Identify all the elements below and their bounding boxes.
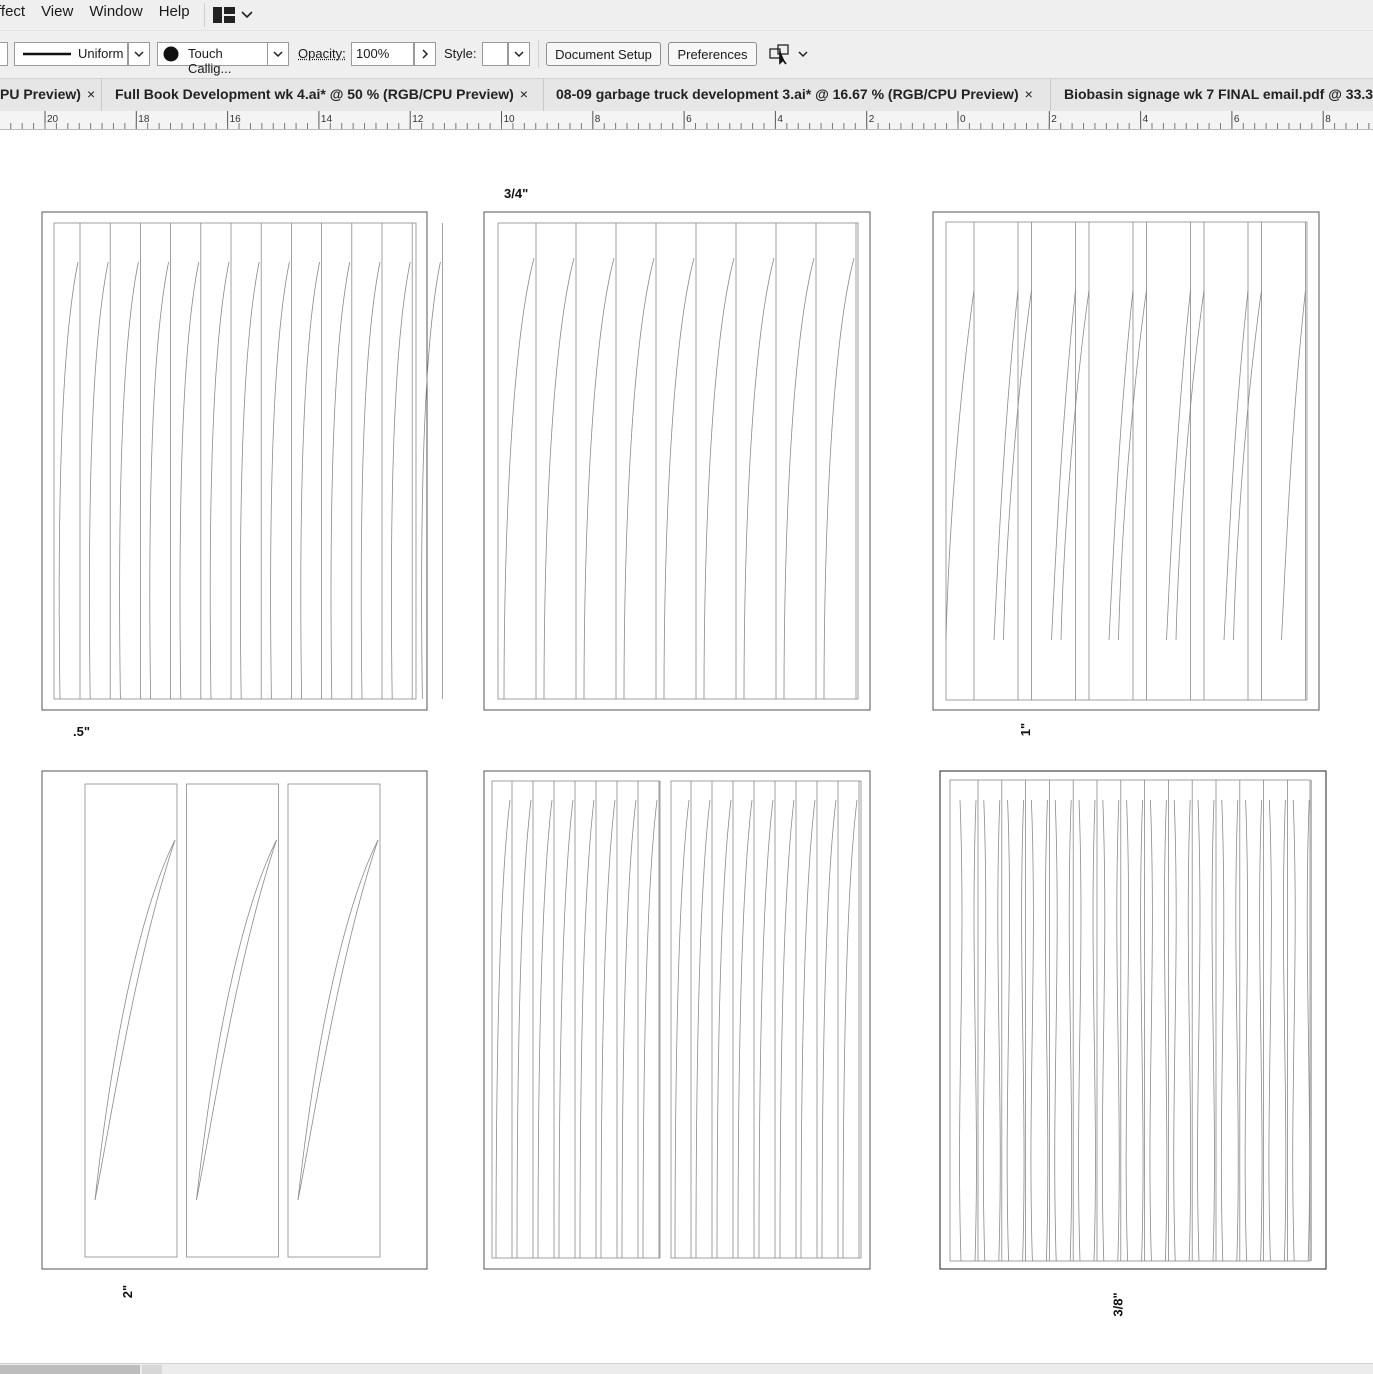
stroke-line-icon xyxy=(23,52,71,56)
artboard-canvas[interactable]: 3/4" .5" 1" 2" 3/8" xyxy=(0,130,1373,1363)
stroke-weight-field[interactable] xyxy=(0,42,8,66)
ruler-ticks: 20 18 16 14 12 10 8 6 4 2 0 2 4 6 8 xyxy=(10,111,1370,129)
opacity-input[interactable]: 100% xyxy=(351,42,414,66)
control-bar: Uniform Touch Callig... Opacity: 100% St… xyxy=(0,30,1373,79)
style-label: Style: xyxy=(444,46,477,61)
chevron-right-icon xyxy=(421,49,428,59)
tab-divider xyxy=(543,79,544,112)
opacity-value: 100% xyxy=(356,46,390,61)
artboards xyxy=(41,211,1327,1270)
profile-label: Uniform xyxy=(78,46,124,61)
chevron-down-icon xyxy=(273,50,283,57)
tab-garbage-truck-development[interactable]: 08-09 garbage truck development 3.ai* @ … xyxy=(556,79,1046,112)
ruler-label: 8 xyxy=(1325,114,1331,125)
document-setup-button[interactable]: Document Setup xyxy=(546,42,661,66)
ruler-label: 4 xyxy=(777,114,783,125)
menu-window[interactable]: Window xyxy=(81,0,150,30)
tab-full-book-development[interactable]: Full Book Development wk 4.ai* @ 50 % (R… xyxy=(115,79,537,112)
graphic-style-swatch[interactable] xyxy=(482,42,508,66)
ruler-label: 2 xyxy=(869,114,875,125)
brush-definition[interactable]: Touch Callig... xyxy=(157,42,268,76)
artboard-half-inch[interactable] xyxy=(41,211,428,711)
variable-width-profile[interactable]: Uniform xyxy=(14,42,128,66)
label-three-eighths-inch: 3/8" xyxy=(1110,1292,1126,1317)
brush-name: Touch Callig... xyxy=(188,46,232,76)
ruler-label: 6 xyxy=(686,114,692,125)
menu-effect[interactable]: ffect xyxy=(0,0,33,30)
ruler-label: 2 xyxy=(1051,114,1057,125)
document-tab-bar: PU Preview) × Full Book Development wk 4.… xyxy=(0,78,1373,112)
style-dropdown[interactable] xyxy=(508,42,530,66)
workspace-switcher[interactable] xyxy=(212,0,253,30)
opacity-label[interactable]: Opacity: xyxy=(298,42,346,66)
tab-label: Biobasin signage wk 7 FINAL email.pdf @ … xyxy=(1064,86,1373,102)
artboard-three-quarter-inch[interactable] xyxy=(483,211,871,711)
ruler-label: 0 xyxy=(960,114,966,125)
menu-bar: ffect View Window Help xyxy=(0,0,1373,30)
close-icon[interactable]: × xyxy=(87,86,95,102)
tab-label: Full Book Development wk 4.ai* @ 50 % (R… xyxy=(115,86,514,102)
ruler-label: 6 xyxy=(1234,114,1240,125)
tab-label: PU Preview) xyxy=(0,86,81,102)
brush-dropdown[interactable] xyxy=(267,42,289,66)
menu-view[interactable]: View xyxy=(33,0,81,30)
label-three-quarter-inch: 3/4" xyxy=(504,186,529,201)
preferences-button[interactable]: Preferences xyxy=(668,42,757,66)
brush-dot-icon xyxy=(163,46,179,62)
tab-divider xyxy=(101,79,102,112)
close-icon[interactable]: × xyxy=(520,86,528,102)
ruler-label: 4 xyxy=(1143,114,1149,125)
tab-biobasin-signage[interactable]: Biobasin signage wk 7 FINAL email.pdf @ … xyxy=(1064,79,1373,112)
control-separator xyxy=(538,40,539,68)
tab-label: 08-09 garbage truck development 3.ai* @ … xyxy=(556,86,1019,102)
arrange-documents-icon xyxy=(769,44,789,65)
opacity-slider-toggle[interactable] xyxy=(414,42,436,66)
horizontal-ruler[interactable]: 20 18 16 14 12 10 8 6 4 2 0 2 4 6 8 xyxy=(0,111,1373,130)
ruler-label: 8 xyxy=(595,114,601,125)
label-half-inch: .5" xyxy=(73,724,91,739)
label-two-inch: 2" xyxy=(120,1284,136,1299)
label-one-inch: 1" xyxy=(1018,722,1034,737)
chevron-down-icon xyxy=(514,50,524,57)
chevron-down-icon xyxy=(134,50,144,57)
arrange-documents-button[interactable] xyxy=(768,42,812,66)
artboard-three-eighths-inch[interactable] xyxy=(939,770,1327,1270)
horizontal-scrollbar[interactable] xyxy=(0,1363,1373,1374)
close-icon[interactable]: × xyxy=(1025,86,1033,102)
tab-document-1[interactable]: PU Preview) × xyxy=(0,79,96,112)
chevron-down-icon xyxy=(240,11,253,19)
profile-dropdown[interactable] xyxy=(128,42,150,66)
artboard-two-inch[interactable] xyxy=(41,770,428,1270)
tab-divider xyxy=(1050,79,1051,112)
menu-separator xyxy=(203,3,205,27)
workspace-grid-icon xyxy=(212,7,235,23)
menu-help[interactable]: Help xyxy=(151,0,198,30)
chevron-down-icon xyxy=(798,50,808,57)
